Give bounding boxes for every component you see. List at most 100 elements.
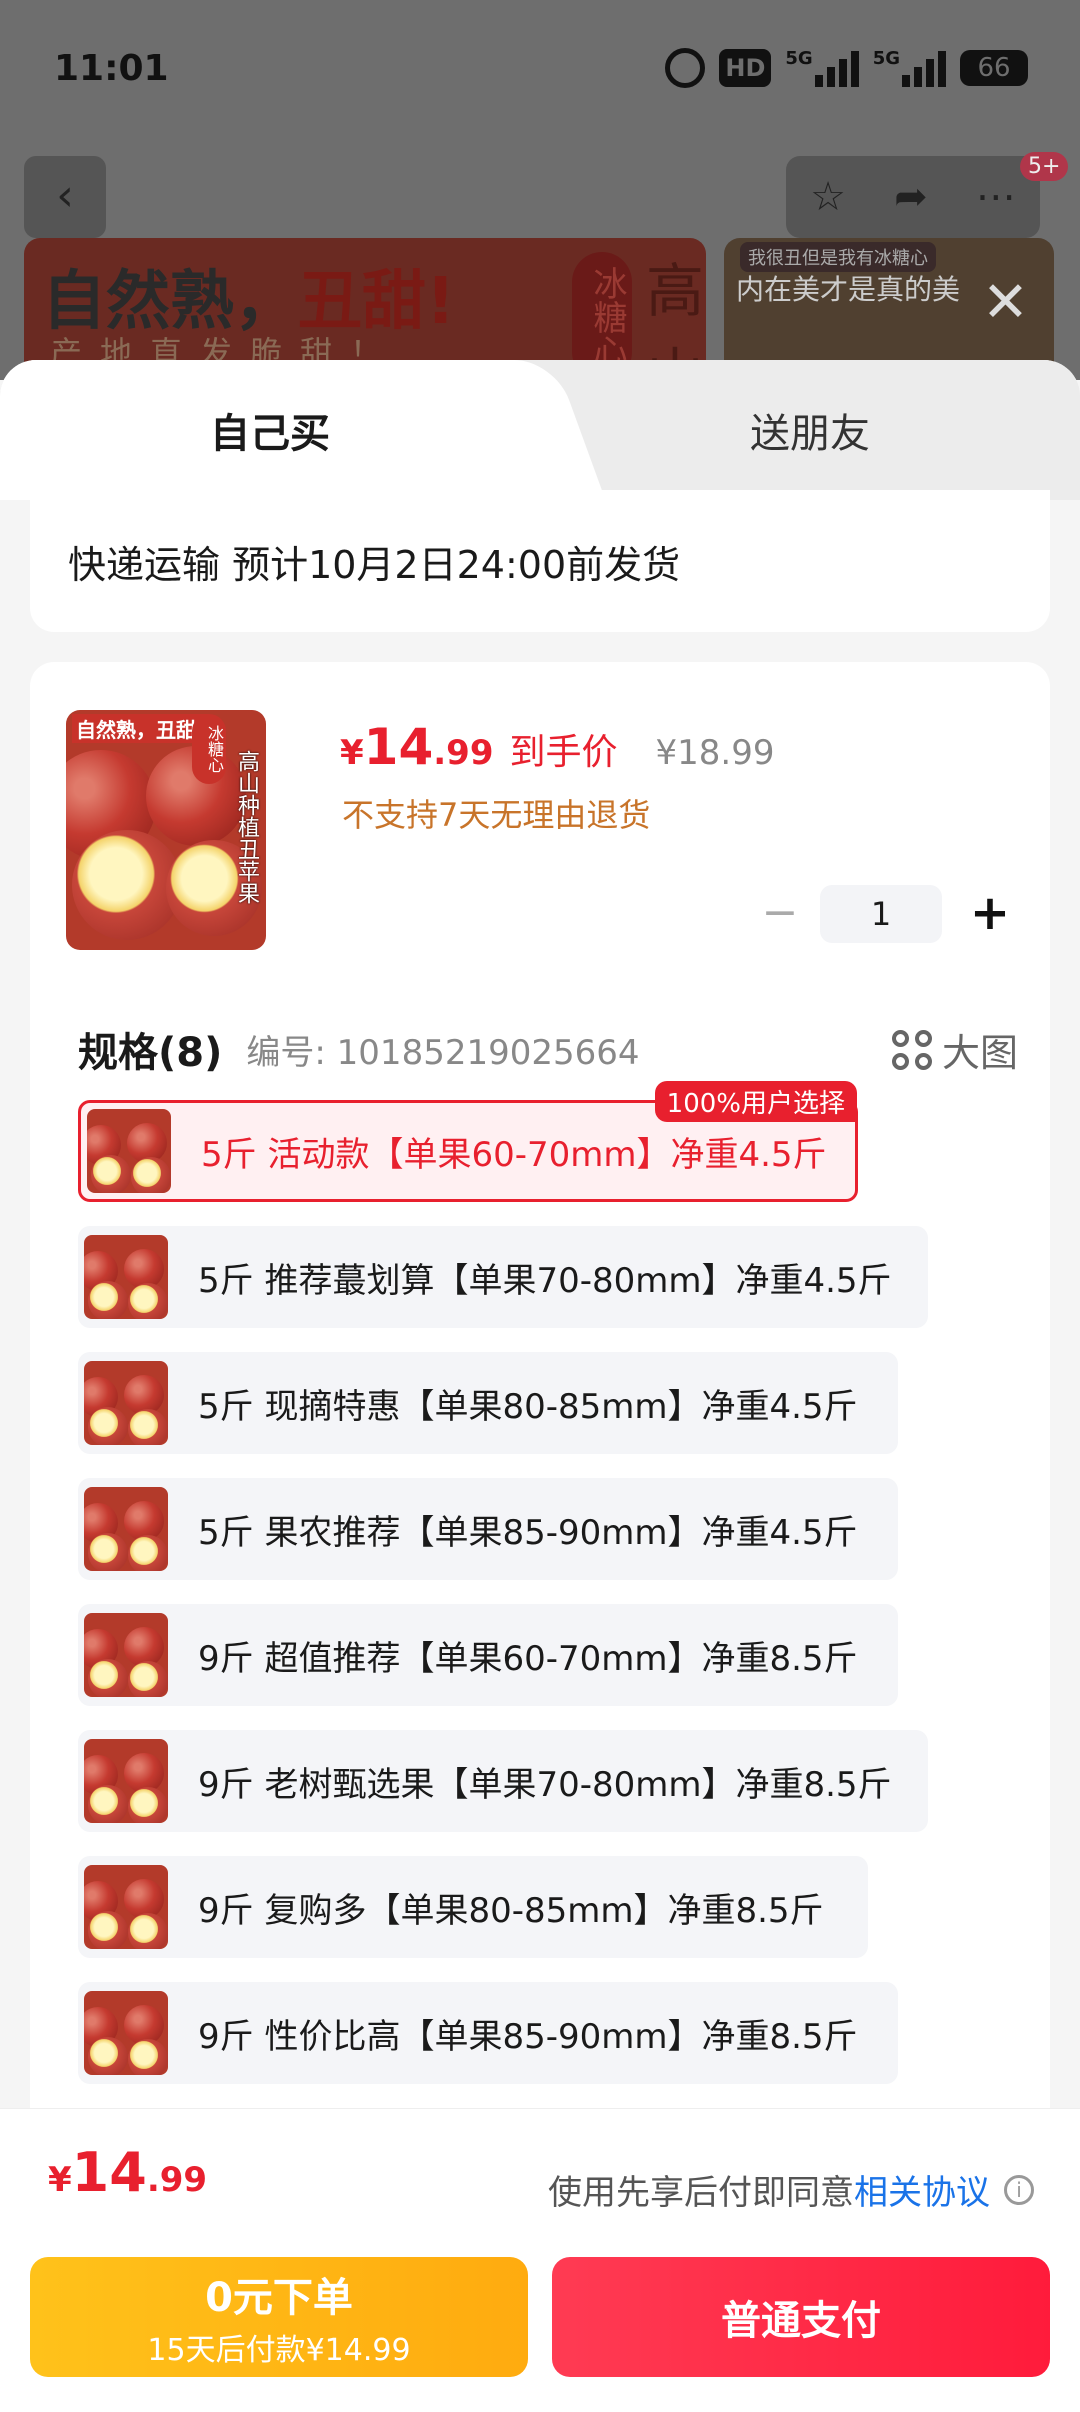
share-icon[interactable]: ➦: [894, 174, 928, 220]
apple-graphic: [128, 1913, 168, 1949]
apple-graphic: [128, 1535, 168, 1571]
spec-option[interactable]: 9斤 超值推荐【单果60-70mm】净重8.5斤: [78, 1604, 898, 1706]
spec-option[interactable]: 5斤 果农推荐【单果85-90mm】净重4.5斤: [78, 1478, 898, 1580]
spec-option[interactable]: 9斤 复购多【单果80-85mm】净重8.5斤: [78, 1856, 868, 1958]
status-time: 11:01: [54, 48, 169, 89]
price-int: 14: [363, 718, 434, 776]
apple-graphic: [128, 1661, 168, 1697]
apple-graphic: [88, 1911, 128, 1949]
battery-icon: 66: [960, 50, 1028, 86]
spec-thumbnail: [84, 1613, 168, 1697]
image-vertical-text: 高山种植丑苹果: [234, 750, 259, 904]
spec-option-label: 9斤 超值推荐【单果60-70mm】净重8.5斤: [198, 1638, 858, 1679]
total-symbol: ¥: [48, 2160, 72, 2200]
spec-option[interactable]: 5斤 现摘特惠【单果80-85mm】净重4.5斤: [78, 1352, 898, 1454]
apple-graphic: [88, 1659, 128, 1697]
agreement-prefix: 使用先享后付即同意: [548, 2173, 854, 2213]
spec-list: 5斤 活动款【单果60-70mm】净重4.5斤 100%用户选择 5斤 推荐蕞划算【…: [78, 1081, 1018, 2108]
back-button[interactable]: ‹: [24, 156, 106, 238]
big-image-button[interactable]: 大图: [891, 1022, 1018, 1077]
spec-thumbnail: [84, 1361, 168, 1445]
buy-now-pay-later-button[interactable]: 0元下单 15天后付款¥14.99: [30, 2257, 528, 2377]
alarm-icon: [665, 48, 706, 88]
spec-option-label: 5斤 活动款【单果60-70mm】净重4.5斤: [201, 1134, 827, 1175]
network-type-2: 5G: [872, 48, 900, 69]
return-policy-notice: 不支持7天无理由退货: [342, 796, 651, 834]
signal-icon-2: 5G: [873, 48, 946, 88]
spec-code: 编号: 10185219025664: [246, 1032, 640, 1073]
spec-option[interactable]: 9斤 性价比高【单果85-90mm】净重8.5斤: [78, 1982, 898, 2084]
tab-gift-friend[interactable]: 送朋友: [540, 360, 1080, 500]
price-dec: .99: [433, 733, 494, 773]
spec-thumbnail: [84, 1739, 168, 1823]
signal-icon: 5G: [785, 48, 859, 88]
spec-option[interactable]: 5斤 推荐蕞划算【单果70-80mm】净重4.5斤: [78, 1226, 928, 1328]
spec-option-label: 5斤 推荐蕞划算【单果70-80mm】净重4.5斤: [198, 1260, 892, 1301]
hd-icon: HD: [719, 49, 772, 87]
apple-graphic: [88, 1785, 128, 1823]
spec-option[interactable]: 9斤 老树甄选果【单果70-80mm】净重8.5斤: [78, 1730, 928, 1832]
spec-option-label: 5斤 果农推荐【单果85-90mm】净重4.5斤: [198, 1512, 858, 1553]
shipping-info: 快递运输 预计10月2日24:00前发货: [30, 490, 1050, 632]
product-image[interactable]: 自然熟，丑甜! 冰糖心 高山种植丑苹果: [66, 710, 266, 950]
spec-thumbnail: [84, 1991, 168, 2075]
apple-graphic: [131, 1157, 171, 1193]
status-icons: HD 5G 5G 66: [665, 48, 1028, 88]
apple-graphic: [88, 1281, 128, 1319]
background-page: 11:01 HD 5G 5G 66 ‹ ☆ ➦ ⋯ 5+ 自然熟，丑甜! 产地直…: [0, 0, 1080, 380]
spec-option[interactable]: 5斤 活动款【单果60-70mm】净重4.5斤 100%用户选择: [78, 1081, 858, 1202]
purchase-sheet: 送朋友 自己买 快递运输 预计10月2日24:00前发货 自然熟，丑甜! 冰糖心…: [0, 360, 1080, 2412]
more-icon[interactable]: ⋯: [976, 174, 1016, 220]
spec-option-label: 9斤 性价比高【单果85-90mm】净重8.5斤: [198, 2016, 858, 2057]
original-price: ¥18.99: [655, 733, 775, 773]
banner-right-title: 内在美才是真的美: [736, 273, 961, 306]
apple-graphic: [128, 1283, 168, 1319]
popular-flag: 100%用户选择: [654, 1081, 857, 1122]
spec-thumbnail: [87, 1109, 171, 1193]
apple-graphic: [88, 2037, 128, 2075]
agreement-link[interactable]: 相关协议: [854, 2165, 990, 2214]
apple-graphic: [128, 2039, 168, 2075]
info-icon[interactable]: i: [1004, 2174, 1034, 2205]
checkout-footer: ¥ 14 .99 使用先享后付即同意 相关协议 i 0元下单 15天后付款¥14…: [0, 2108, 1080, 2412]
network-type-1: 5G: [785, 48, 813, 69]
chevron-left-icon: ‹: [56, 170, 74, 221]
grid-icon: [891, 1029, 932, 1070]
spec-thumbnail: [84, 1487, 168, 1571]
tab-buy-self-label: 自己买: [210, 411, 330, 457]
minus-icon[interactable]: −: [750, 884, 810, 944]
bnpl-sub-label: 15天后付款¥14.99: [147, 2333, 411, 2368]
quantity-stepper: − 1 +: [750, 884, 1020, 944]
image-label: 自然熟，丑甜!: [72, 714, 210, 743]
spec-header: 规格(8) 编号: 10185219025664 大图: [78, 1014, 1018, 1084]
top-actions: ☆ ➦ ⋯: [786, 156, 1040, 238]
status-bar: 11:01 HD 5G 5G 66: [0, 0, 1080, 140]
banner-left: 自然熟，丑甜! 产地直发脆甜！ 冰糖心 高山: [24, 238, 706, 380]
big-image-label: 大图: [941, 1031, 1018, 1075]
price-row: ¥ 14 .99 到手价 ¥18.99: [340, 718, 774, 776]
price-symbol: ¥: [340, 733, 364, 773]
agreement-text: 使用先享后付即同意 相关协议 i: [548, 2165, 1034, 2214]
image-tag: 冰糖心: [192, 714, 226, 784]
tabs: 送朋友 自己买: [0, 360, 1080, 500]
tab-buy-self[interactable]: 自己买: [0, 360, 540, 500]
star-icon[interactable]: ☆: [810, 174, 846, 220]
total-int: 14: [71, 2141, 147, 2204]
plus-icon[interactable]: +: [960, 884, 1020, 944]
total-price: ¥ 14 .99: [48, 2141, 207, 2204]
total-dec: .99: [146, 2160, 208, 2200]
current-price: ¥ 14 .99: [340, 718, 494, 776]
normal-pay-button[interactable]: 普通支付: [552, 2257, 1050, 2377]
spec-option-label: 9斤 老树甄选果【单果70-80mm】净重8.5斤: [198, 1764, 892, 1805]
spec-option-label: 9斤 复购多【单果80-85mm】净重8.5斤: [198, 1890, 824, 1931]
spec-option-label: 5斤 现摘特惠【单果80-85mm】净重4.5斤: [198, 1386, 858, 1427]
quantity-value[interactable]: 1: [820, 885, 942, 943]
spec-title: 规格(8): [78, 1030, 223, 1076]
close-icon[interactable]: ✕: [982, 270, 1029, 335]
bnpl-main-label: 0元下单: [205, 2275, 353, 2321]
cart-badge: 5+: [1020, 152, 1069, 181]
price-label: 到手价: [509, 732, 618, 773]
apple-graphic: [128, 1787, 168, 1823]
apple-graphic: [88, 1407, 128, 1445]
apple-graphic: [128, 1409, 168, 1445]
